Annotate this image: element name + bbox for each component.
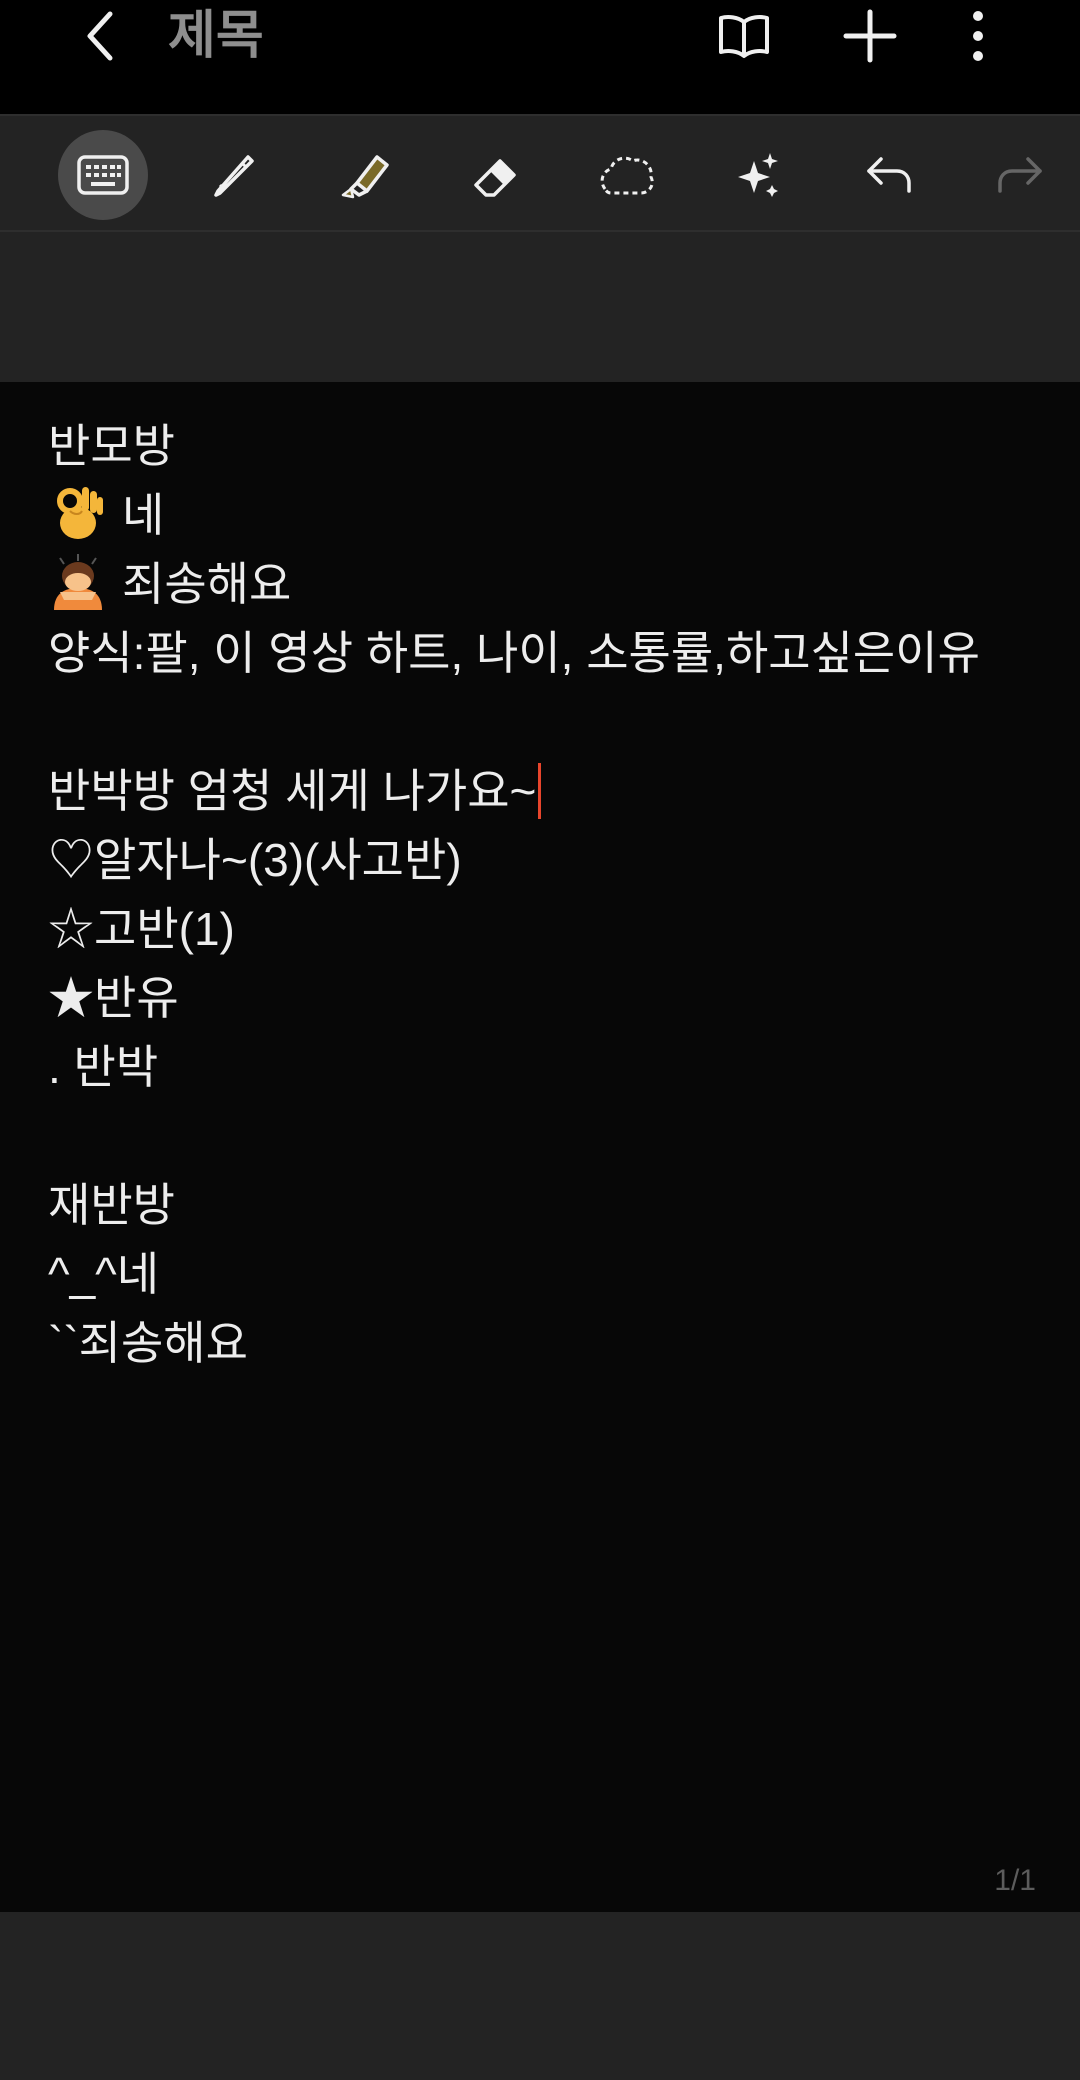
ok-hand-emoji — [57, 487, 103, 539]
lasso-select-tool-button[interactable] — [582, 130, 672, 220]
lasso-select-icon — [600, 156, 654, 195]
note-line: ^_^네 — [48, 1248, 160, 1300]
note-line: 반모방 — [48, 420, 175, 472]
top-app-bar: 제목 — [0, 0, 1080, 114]
chevron-left-icon — [87, 11, 113, 61]
note-line: 죄송해요 — [48, 550, 1058, 619]
note-line: . 반박 — [48, 1041, 159, 1093]
book-view-button[interactable] — [706, 2, 782, 70]
note-page[interactable]: 반모방 네 죄송해요 양식:팔, 이 영상 하트, 나이, 소통률,하고싶은이유… — [0, 382, 1080, 1912]
note-line: 반박방 엄청 세게 나가요~ — [48, 757, 1058, 826]
more-options-button[interactable] — [940, 2, 1016, 70]
note-line — [48, 1102, 1058, 1171]
redo-icon — [998, 157, 1042, 193]
pen-icon — [214, 155, 254, 197]
eraser-tool-button[interactable] — [451, 130, 541, 220]
note-line: ``죄송해요 — [48, 1317, 248, 1369]
note-line — [48, 688, 1058, 757]
note-line: 재반방 — [48, 1179, 175, 1231]
undo-button[interactable] — [844, 130, 934, 220]
bottom-panel — [0, 1912, 1080, 2080]
more-vertical-icon — [973, 11, 983, 61]
note-line: 양식:팔, 이 영상 하트, 나이, 소통률,하고싶은이유 — [48, 627, 980, 679]
page-indicator: 1/1 — [994, 1864, 1036, 1897]
highlighter-icon — [341, 155, 389, 199]
note-body[interactable]: 반모방 네 죄송해요 양식:팔, 이 영상 하트, 나이, 소통률,하고싶은이유… — [48, 412, 1058, 1378]
note-line: ☆고반(1) — [48, 903, 235, 955]
person-bowing-emoji — [54, 554, 102, 610]
note-line: ♡알자나~(3)(사고반) — [48, 834, 462, 886]
note-title[interactable]: 제목 — [168, 4, 264, 68]
toolbar-spacer — [0, 232, 1080, 382]
pen-tool-button[interactable] — [189, 130, 279, 220]
redo-button[interactable] — [975, 130, 1065, 220]
note-line: ★반유 — [48, 972, 179, 1024]
text-cursor — [538, 763, 542, 819]
ai-sparkle-icon — [738, 153, 778, 197]
book-view-icon — [719, 15, 769, 58]
add-button[interactable] — [832, 2, 908, 70]
drawing-toolbar — [0, 114, 1080, 232]
highlighter-tool-button[interactable] — [320, 130, 410, 220]
keyboard-tool-button[interactable] — [58, 130, 148, 220]
note-line: 네 — [48, 481, 1058, 550]
add-icon — [843, 9, 897, 63]
eraser-icon — [474, 159, 516, 197]
keyboard-icon — [77, 155, 129, 195]
back-button[interactable] — [70, 0, 130, 72]
undo-icon — [867, 157, 911, 193]
ai-assist-tool-button[interactable] — [713, 130, 803, 220]
